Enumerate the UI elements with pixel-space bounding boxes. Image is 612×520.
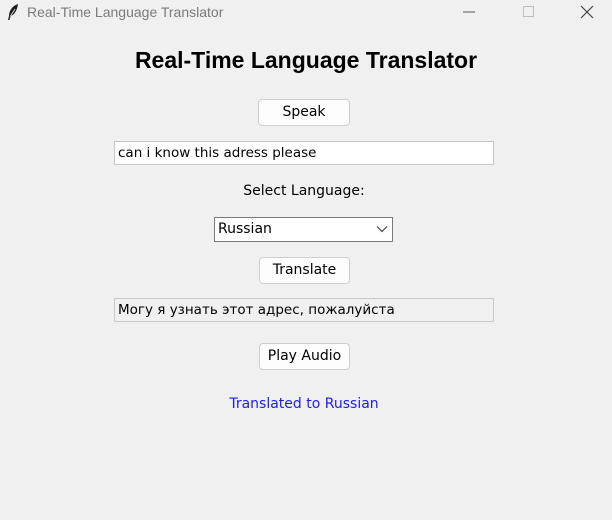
feather-icon: [6, 3, 20, 21]
select-language-label: Select Language:: [243, 183, 365, 199]
maximize-button[interactable]: [505, 0, 551, 24]
status-message: Translated to Russian: [229, 396, 379, 412]
language-select[interactable]: Russian: [214, 217, 393, 242]
window-title: Real-Time Language Translator: [27, 4, 224, 20]
translate-button[interactable]: Translate: [259, 257, 350, 284]
language-select-value: Russian: [218, 221, 272, 237]
maximize-icon: [523, 6, 534, 17]
speak-button[interactable]: Speak: [258, 99, 350, 126]
speech-text-input[interactable]: can i know this adress please: [114, 141, 494, 165]
close-button[interactable]: [564, 0, 610, 24]
minimize-button[interactable]: [446, 0, 492, 24]
minimize-icon: [463, 11, 475, 13]
play-audio-button[interactable]: Play Audio: [259, 343, 350, 370]
chevron-down-icon: [376, 226, 388, 233]
close-icon: [580, 5, 594, 19]
page-title: Real-Time Language Translator: [134, 47, 478, 73]
title-bar: Real-Time Language Translator: [0, 0, 612, 24]
translation-output: Могу я узнать этот адрес, пожалуйста: [114, 298, 494, 322]
